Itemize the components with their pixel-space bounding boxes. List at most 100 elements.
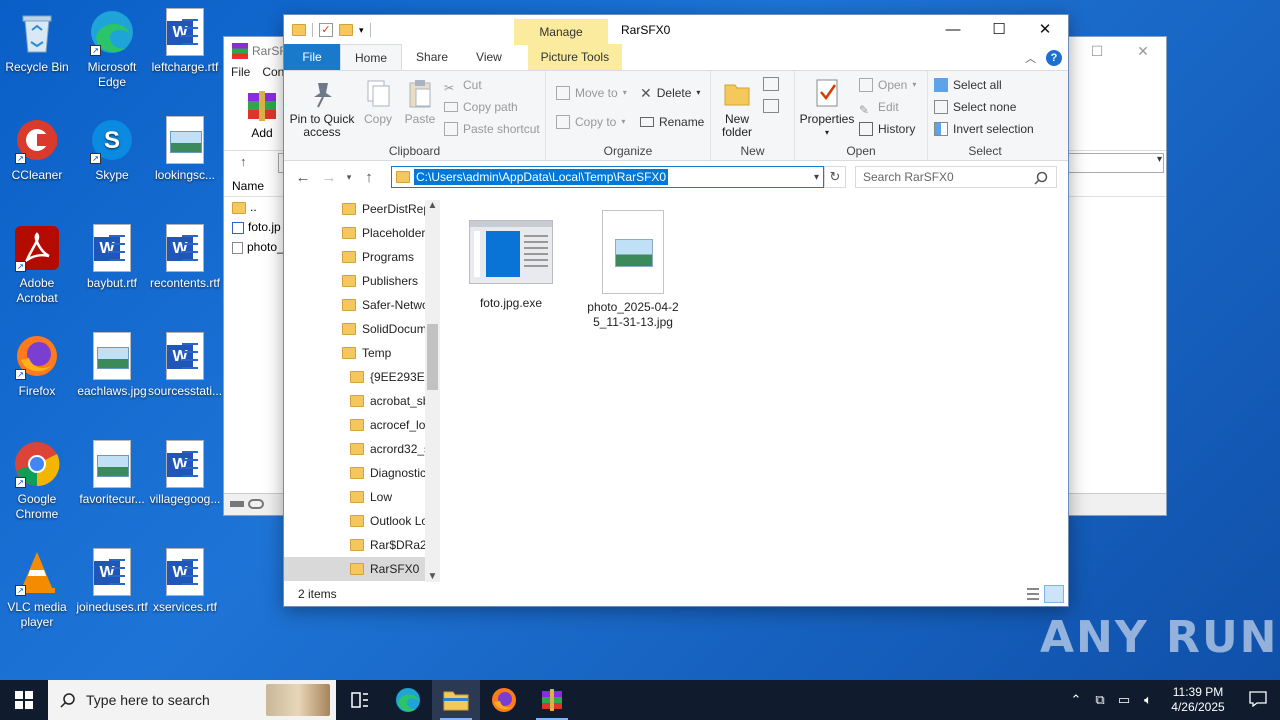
paste-shortcut-button[interactable]: Paste shortcut bbox=[444, 119, 540, 139]
history-button[interactable]: History bbox=[859, 119, 915, 139]
desktop-icon-favoritecur[interactable]: favoritecur... bbox=[75, 440, 149, 507]
task-view-button[interactable] bbox=[336, 680, 384, 720]
nav-item[interactable]: Low bbox=[350, 485, 425, 509]
desktop-icon-ccleaner[interactable]: ↗ CCleaner bbox=[0, 116, 74, 183]
desktop-icon-edge[interactable]: ↗ Microsoft Edge bbox=[75, 8, 149, 90]
tab-share[interactable]: Share bbox=[402, 44, 462, 70]
new-item-icon[interactable] bbox=[763, 77, 779, 91]
scroll-up-icon[interactable]: ▲ bbox=[425, 200, 440, 211]
scroll-thumb[interactable] bbox=[427, 324, 438, 390]
tab-view[interactable]: View bbox=[462, 44, 516, 70]
nav-item[interactable]: Programs bbox=[342, 245, 425, 269]
back-arrow-icon[interactable]: ← bbox=[290, 169, 316, 186]
explorer-titlebar[interactable]: ✓ ▾ Manage RarSFX0 — ☐ ✕ bbox=[284, 15, 1068, 45]
menu-file[interactable]: File bbox=[231, 65, 250, 85]
taskbar-firefox[interactable] bbox=[480, 680, 528, 720]
desktop-icon-skype[interactable]: S ↗ Skype bbox=[75, 116, 149, 183]
tab-home[interactable]: Home bbox=[340, 44, 403, 70]
volume-icon[interactable]: 🔈︎ bbox=[1136, 692, 1160, 708]
large-icons-view-icon[interactable] bbox=[1044, 585, 1064, 603]
chevron-down-icon[interactable]: ▾ bbox=[814, 172, 819, 183]
copy-to-button[interactable]: Copy to ▾ bbox=[556, 112, 625, 132]
desktop-icon-adobe-acrobat[interactable]: ↗ Adobe Acrobat bbox=[0, 224, 74, 306]
desktop-icon-recontents[interactable]: W recontents.rtf bbox=[148, 224, 222, 291]
search-box[interactable]: Search RarSFX0 bbox=[855, 166, 1057, 188]
chevron-down-icon[interactable]: ▾ bbox=[1157, 154, 1162, 165]
desktop-icon-firefox[interactable]: ↗ Firefox bbox=[0, 332, 74, 399]
new-folder-button[interactable]: New folder bbox=[715, 77, 759, 139]
taskbar-file-explorer[interactable] bbox=[432, 680, 480, 720]
file-item[interactable]: foto.jpg.exe bbox=[459, 220, 563, 311]
desktop-icon-vlc[interactable]: ↗ VLC media player bbox=[0, 548, 74, 630]
nav-item[interactable]: {9EE293E3- bbox=[350, 365, 425, 389]
tab-picture-tools[interactable]: Picture Tools bbox=[527, 44, 622, 70]
address-bar[interactable]: C:\Users\admin\AppData\Local\Temp\RarSFX… bbox=[391, 166, 824, 188]
minimize-icon[interactable]: — bbox=[930, 15, 976, 45]
maximize-icon[interactable]: ☐ bbox=[976, 15, 1022, 45]
nav-item[interactable]: PeerDistRep bbox=[342, 200, 425, 221]
select-none-button[interactable]: Select none bbox=[934, 97, 1016, 117]
help-icon[interactable]: ? bbox=[1046, 50, 1062, 66]
nav-item[interactable]: Publishers bbox=[342, 269, 425, 293]
invert-selection-button[interactable]: Invert selection bbox=[934, 119, 1034, 139]
properties-check-icon[interactable]: ✓ bbox=[319, 23, 333, 37]
properties-button[interactable]: Properties ▾ bbox=[799, 77, 855, 139]
nav-item[interactable]: acrocef_lo bbox=[350, 413, 425, 437]
navigation-pane[interactable]: PeerDistRep Placeholder Programs Publish… bbox=[284, 200, 440, 582]
add-button[interactable]: Add bbox=[244, 89, 280, 140]
cut-button[interactable]: ✂ Cut bbox=[444, 75, 482, 95]
file-explorer-window[interactable]: ✓ ▾ Manage RarSFX0 — ☐ ✕ File Home Share… bbox=[283, 14, 1069, 607]
nav-item-selected[interactable]: RarSFX0 bbox=[284, 557, 425, 581]
nav-item[interactable]: acrord32_s bbox=[350, 437, 425, 461]
new-folder-icon[interactable] bbox=[339, 24, 353, 36]
desktop-icon-xservices[interactable]: W xservices.rtf bbox=[148, 548, 222, 615]
notification-icon[interactable] bbox=[1236, 690, 1280, 710]
up-arrow-icon[interactable]: ↑ bbox=[240, 154, 247, 169]
nav-item[interactable]: Placeholder bbox=[342, 221, 425, 245]
copy-button[interactable]: Copy bbox=[358, 77, 398, 126]
select-all-button[interactable]: Select all bbox=[934, 75, 1002, 95]
desktop-icon-lookingsc[interactable]: lookingsc... bbox=[148, 116, 222, 183]
nav-item[interactable]: SolidDocum bbox=[342, 317, 425, 341]
tab-file[interactable]: File bbox=[284, 44, 340, 70]
chevron-up-icon[interactable]: ⌃ bbox=[1064, 692, 1088, 708]
nav-item[interactable]: Rar$DRa23 bbox=[350, 533, 425, 557]
edit-button[interactable]: ✎ Edit bbox=[859, 97, 899, 117]
chevron-down-icon[interactable]: ▾ bbox=[359, 25, 364, 36]
nav-scrollbar[interactable]: ▲ ▼ bbox=[425, 200, 440, 582]
close-icon[interactable]: ✕ bbox=[1120, 37, 1166, 65]
details-view-icon[interactable] bbox=[1022, 585, 1042, 603]
up-arrow-icon[interactable]: ↑ bbox=[356, 169, 382, 186]
close-icon[interactable]: ✕ bbox=[1022, 15, 1068, 45]
nav-item[interactable]: Temp bbox=[342, 341, 425, 365]
nav-item[interactable]: Outlook Lo bbox=[350, 509, 425, 533]
chevron-up-icon[interactable]: ︿ bbox=[1025, 50, 1036, 66]
maximize-icon[interactable]: ☐ bbox=[1074, 37, 1120, 65]
address-text[interactable]: C:\Users\admin\AppData\Local\Temp\RarSFX… bbox=[414, 169, 669, 185]
desktop-icon-leftcharge[interactable]: W leftcharge.rtf bbox=[148, 8, 222, 75]
start-button[interactable] bbox=[0, 680, 48, 720]
desktop-icon-joineduses[interactable]: W joineduses.rtf bbox=[75, 548, 149, 615]
delete-button[interactable]: ✕ Delete ▾ bbox=[640, 83, 700, 103]
network-icon[interactable]: ▭ bbox=[1112, 692, 1136, 708]
taskbar-winrar[interactable] bbox=[528, 680, 576, 720]
file-item[interactable]: photo_2025-04-25_11-31-13.jpg bbox=[581, 210, 685, 330]
recent-locations-icon[interactable]: ▾ bbox=[342, 172, 356, 183]
scroll-down-icon[interactable]: ▼ bbox=[425, 571, 440, 582]
forward-arrow-icon[interactable]: → bbox=[316, 169, 342, 186]
paste-button[interactable]: Paste bbox=[400, 77, 440, 126]
open-button[interactable]: Open ▾ bbox=[859, 75, 916, 95]
tab-manage[interactable]: Manage bbox=[514, 19, 608, 45]
clock[interactable]: 11:39 PM 4/26/2025 bbox=[1160, 685, 1236, 715]
desktop-icon-google-chrome[interactable]: ↗ Google Chrome bbox=[0, 440, 74, 522]
pin-quick-access-button[interactable]: Pin to Quick access bbox=[288, 77, 356, 139]
taskbar-search[interactable]: Type here to search bbox=[48, 680, 336, 720]
desktop-icon-baybut[interactable]: W baybut.rtf bbox=[75, 224, 149, 291]
rename-button[interactable]: Rename bbox=[640, 112, 704, 132]
desktop-icon-recycle-bin[interactable]: Recycle Bin bbox=[0, 8, 74, 75]
desktop-icon-eachlaws[interactable]: eachlaws.jpg bbox=[75, 332, 149, 399]
nav-item[interactable]: Diagnostic bbox=[350, 461, 425, 485]
nav-item[interactable]: acrobat_sb bbox=[350, 389, 425, 413]
taskbar-edge[interactable] bbox=[384, 680, 432, 720]
copy-path-button[interactable]: Copy path bbox=[444, 97, 518, 117]
